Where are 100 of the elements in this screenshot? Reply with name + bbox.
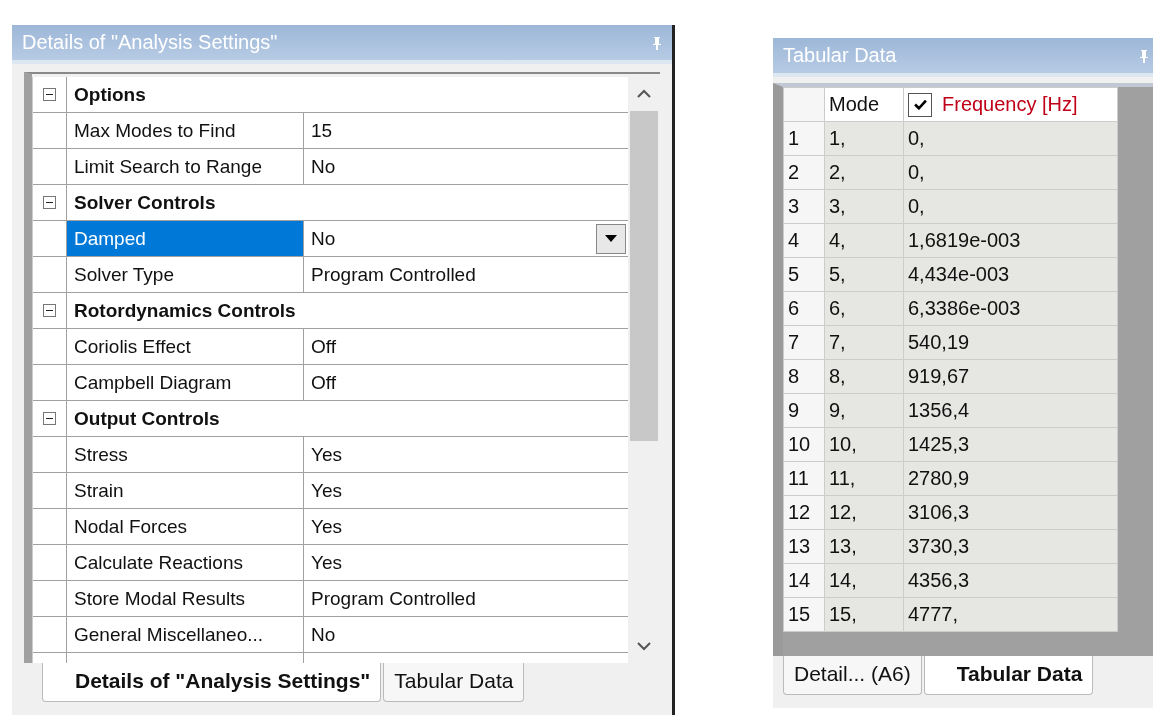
value-text: No [311, 227, 336, 250]
table-cell: 3106,3 [903, 495, 1118, 530]
property-label[interactable]: Damped [67, 221, 304, 256]
panel-tab[interactable]: Details of "Analysis Settings" [42, 663, 382, 702]
value-text: Yes [311, 479, 342, 502]
table-cell: 0, [903, 155, 1118, 190]
property-value[interactable]: Yes [304, 437, 629, 472]
property-value[interactable]: Yes [304, 545, 629, 580]
section-header[interactable]: Output Controls [67, 401, 629, 436]
panel-title: Tabular Data [783, 44, 897, 67]
property-label[interactable]: Coriolis Effect [67, 329, 304, 364]
property-label[interactable]: Solver Type [67, 257, 304, 292]
row-number: 11 [783, 461, 825, 496]
table-cell: 15, [824, 597, 904, 632]
property-label[interactable]: Strain [67, 473, 304, 508]
column-label: Frequency [Hz] [942, 93, 1078, 116]
section-header[interactable]: Rotordynamics Controls [67, 293, 629, 328]
value-text: Off [311, 335, 336, 358]
table-cell: 2780,9 [903, 461, 1118, 496]
table-cell: 8, [824, 359, 904, 394]
panel-tab[interactable]: Tabular Data [923, 656, 1094, 695]
property-value[interactable]: No [304, 221, 629, 256]
value-text: Yes [311, 551, 342, 574]
row-number: 10 [783, 427, 825, 462]
collapse-icon[interactable] [43, 196, 56, 209]
table-cell: 14, [824, 563, 904, 598]
table-cell: 10, [824, 427, 904, 462]
table-cell: 6, [824, 291, 904, 326]
row-number: 1 [783, 121, 825, 156]
column-header[interactable]: Mode [824, 87, 904, 122]
checkbox[interactable] [908, 92, 932, 117]
property-label[interactable]: Nodal Forces [67, 509, 304, 544]
property-label[interactable]: Campbell Diagram [67, 365, 304, 400]
property-value[interactable]: Yes [304, 509, 629, 544]
property-value[interactable]: No [304, 149, 629, 184]
row-number: 12 [783, 495, 825, 530]
table-cell: 11, [824, 461, 904, 496]
row-number: 8 [783, 359, 825, 394]
table-cell: 5, [824, 257, 904, 292]
panel-tab[interactable]: Tabular Data [383, 663, 525, 702]
property-value[interactable]: Yes [304, 473, 629, 508]
section-header[interactable]: Solver Controls [67, 185, 629, 220]
property-label[interactable]: General Miscellaneo... [67, 617, 304, 652]
table-cell: 9, [824, 393, 904, 428]
property-value[interactable]: Program Controlled [304, 581, 629, 616]
table-cell: 4777, [903, 597, 1118, 632]
table-cell: 12, [824, 495, 904, 530]
column-label: Mode [829, 93, 880, 115]
section-header[interactable]: Options [67, 77, 629, 112]
table-cell: 2, [824, 155, 904, 190]
value-text: No [311, 623, 336, 646]
property-value[interactable]: Program Controlled [304, 257, 629, 292]
table-cell: 3730,3 [903, 529, 1118, 564]
property-value[interactable]: Off [304, 365, 629, 400]
property-value[interactable]: 15 [304, 113, 629, 148]
caret-icon [605, 234, 618, 243]
table-cell: 1,6819e-003 [903, 223, 1118, 258]
value-text: Off [311, 371, 336, 394]
corner-cell [783, 87, 825, 122]
value-text: Yes [311, 515, 342, 538]
panel-tab[interactable]: Detail... (A6) [783, 656, 922, 695]
table-cell: 4, [824, 223, 904, 258]
column-header[interactable]: Frequency [Hz] [903, 87, 1118, 122]
value-text: No [311, 155, 336, 178]
scroll-down-icon[interactable] [636, 641, 653, 651]
value-text: Yes [311, 443, 342, 466]
row-number: 3 [783, 189, 825, 224]
collapse-icon[interactable] [43, 412, 56, 425]
property-label[interactable]: Store Modal Results [67, 581, 304, 616]
property-value[interactable]: Off [304, 329, 629, 364]
table-cell: 919,67 [903, 359, 1118, 394]
check-icon [913, 99, 927, 111]
table-cell: 6,3386e-003 [903, 291, 1118, 326]
collapse-icon[interactable] [43, 304, 56, 317]
table-cell: 0, [903, 121, 1118, 156]
collapse-icon[interactable] [43, 88, 56, 101]
row-number: 15 [783, 597, 825, 632]
property-label[interactable]: Calculate Reactions [67, 545, 304, 580]
table-cell: 4,434e-003 [903, 257, 1118, 292]
table-cell: 4356,3 [903, 563, 1118, 598]
property-value[interactable]: No [304, 617, 629, 652]
row-number: 7 [783, 325, 825, 360]
scrollbar-thumb[interactable] [630, 111, 659, 441]
property-label[interactable]: Max Modes to Find [67, 113, 304, 148]
table-cell: 3, [824, 189, 904, 224]
row-number: 2 [783, 155, 825, 190]
table-cell: 1, [824, 121, 904, 156]
row-number: 6 [783, 291, 825, 326]
table-cell: 1425,3 [903, 427, 1118, 462]
scroll-up-icon[interactable] [636, 89, 653, 99]
value-text: 15 [311, 119, 333, 142]
row-number: 13 [783, 529, 825, 564]
panel-title: Details of "Analysis Settings" [22, 31, 278, 54]
table-cell: 1356,4 [903, 393, 1118, 428]
property-label[interactable]: Limit Search to Range [67, 149, 304, 184]
row-number: 4 [783, 223, 825, 258]
row-number: 9 [783, 393, 825, 428]
value-text: Program Controlled [311, 263, 476, 286]
property-label[interactable]: Stress [67, 437, 304, 472]
dropdown-button[interactable] [596, 223, 627, 254]
